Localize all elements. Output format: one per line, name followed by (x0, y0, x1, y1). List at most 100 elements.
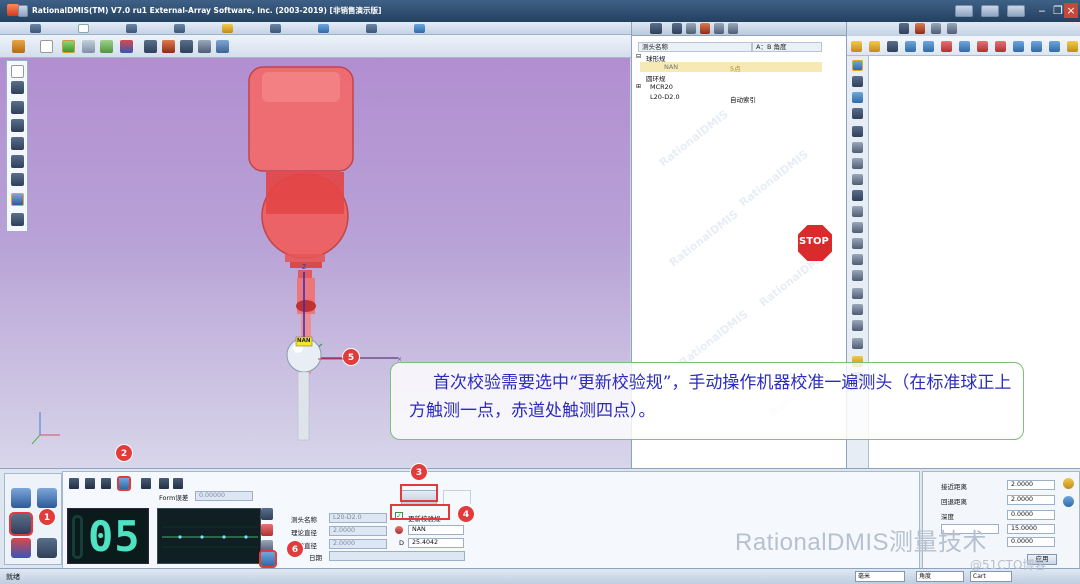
pin-icon[interactable] (11, 65, 24, 78)
run-icon[interactable] (1013, 41, 1024, 52)
delete-probe-icon[interactable] (261, 524, 273, 536)
probe-tool3-icon[interactable] (11, 119, 24, 132)
sheet-icon[interactable] (852, 222, 863, 233)
step2-icon[interactable] (959, 41, 970, 52)
report-icon[interactable] (852, 288, 863, 299)
coordinate-icon[interactable] (11, 538, 31, 558)
probe-btn-1-icon[interactable] (69, 478, 79, 489)
param4-field[interactable]: 15.0000 (1007, 524, 1055, 534)
edit-icon[interactable] (852, 60, 863, 71)
calibrate-mode-icon[interactable] (11, 488, 31, 508)
probe-tool4-icon[interactable] (11, 137, 24, 150)
outdent-icon[interactable] (905, 41, 916, 52)
select-arrow-icon[interactable] (40, 40, 53, 53)
open2-icon[interactable] (869, 41, 880, 52)
sensor-tab-icon[interactable] (931, 23, 941, 34)
indent-icon[interactable] (923, 41, 934, 52)
probe-tool6-icon[interactable] (11, 173, 24, 186)
close-button[interactable]: × (1064, 3, 1078, 18)
view-toggle-icon[interactable] (955, 5, 973, 17)
d-field[interactable]: 25.4042 (408, 538, 464, 548)
cylinder-icon[interactable] (852, 174, 863, 185)
connect-icon[interactable] (1007, 5, 1025, 17)
param5-field[interactable]: 0.0000 (1007, 537, 1055, 547)
approach-field[interactable]: 2.0000 (1007, 480, 1055, 490)
probe-info-icon[interactable] (261, 540, 273, 552)
probe-tab-icon[interactable] (899, 23, 909, 34)
tab-report-icon[interactable] (318, 24, 329, 33)
grid-icon[interactable] (216, 40, 229, 53)
tree-item-ring-gauge[interactable]: 圆环规 (646, 73, 666, 83)
param-icon[interactable] (1049, 41, 1060, 52)
probe-btn-3-icon[interactable] (101, 478, 111, 489)
fit-view-icon[interactable] (100, 40, 113, 53)
step-icon[interactable] (941, 41, 952, 52)
tree-item-mcr20[interactable]: MCR20 (650, 83, 673, 91)
dim-icon[interactable] (852, 142, 863, 153)
calibrate-run-icon[interactable] (259, 550, 277, 568)
probe-tool2-icon[interactable] (11, 101, 24, 114)
plane-icon[interactable] (852, 158, 863, 169)
run2-icon[interactable] (1031, 41, 1042, 52)
print-probe-icon[interactable] (37, 538, 57, 558)
tab-measure-icon[interactable] (174, 24, 185, 33)
probe-mode-icon[interactable] (9, 512, 33, 536)
probe-btn-4-icon[interactable] (117, 476, 131, 491)
render-icon[interactable] (162, 40, 175, 53)
tab-probe-extra[interactable] (443, 490, 471, 504)
tab-doc-icon[interactable] (78, 24, 89, 33)
tab-construct-icon[interactable] (222, 24, 233, 33)
settings-icon[interactable] (728, 23, 738, 34)
report-tab-icon[interactable] (947, 23, 957, 34)
rotate-view-icon[interactable] (62, 40, 75, 53)
col-probe-name[interactable]: 测头名称 (638, 42, 752, 52)
tab-probe-icon[interactable] (30, 24, 41, 33)
depth-field[interactable]: 0.0000 (1007, 510, 1055, 520)
gauge-select[interactable]: NAN (408, 525, 464, 535)
probe-tool-active-icon[interactable] (11, 193, 24, 206)
param-info-icon[interactable] (1063, 496, 1074, 507)
measure-icon[interactable] (852, 126, 863, 137)
system-menu-icon[interactable] (18, 5, 28, 17)
axis-view-icon[interactable] (120, 40, 133, 53)
copy-icon[interactable] (852, 238, 863, 249)
zoom-window-icon[interactable] (82, 40, 95, 53)
retract-field[interactable]: 2.0000 (1007, 495, 1055, 505)
stop-button[interactable]: STOP (796, 223, 834, 263)
tree-item-nan[interactable]: NAN (664, 63, 678, 71)
layout-icon[interactable] (981, 5, 999, 17)
doc-icon[interactable] (852, 338, 863, 349)
list-icon[interactable] (852, 254, 863, 265)
probe-btn-2-icon[interactable] (85, 478, 95, 489)
check-icon[interactable] (1067, 41, 1078, 52)
probe-icon[interactable] (852, 76, 863, 87)
probe-tool5-icon[interactable] (11, 155, 24, 168)
probe-filter-icon[interactable] (650, 23, 662, 34)
probe-tool-icon[interactable] (11, 81, 24, 94)
tool-icon[interactable] (700, 23, 710, 34)
funnel-icon[interactable] (672, 23, 682, 34)
doc-icon[interactable] (714, 23, 724, 34)
layer-icon[interactable] (852, 92, 863, 103)
tab-program-icon[interactable] (366, 24, 377, 33)
move-icon[interactable] (852, 190, 863, 201)
tab-table-icon[interactable] (126, 24, 137, 33)
list-icon[interactable] (686, 23, 696, 34)
minimize-button[interactable]: ‒ (1034, 3, 1050, 18)
probe-tool8-icon[interactable] (11, 213, 24, 226)
note-icon[interactable] (852, 108, 863, 119)
eye-view-icon[interactable] (144, 40, 157, 53)
probe-btn-5-icon[interactable] (141, 478, 151, 489)
tree-item-probe[interactable]: L20-D2.0 (650, 93, 680, 101)
probe-change-icon[interactable] (37, 488, 57, 508)
param-settings-icon[interactable] (1063, 478, 1074, 489)
tab-tolerance-icon[interactable] (270, 24, 281, 33)
axis-icon[interactable] (852, 206, 863, 217)
save-icon[interactable] (887, 41, 898, 52)
table-icon[interactable] (852, 270, 863, 281)
probe-btn-6-icon[interactable] (159, 478, 169, 489)
open-icon[interactable] (851, 41, 862, 52)
unit-select[interactable]: 毫米 (855, 571, 905, 582)
home-icon[interactable] (12, 40, 25, 53)
edit-probe-icon[interactable] (261, 508, 273, 520)
